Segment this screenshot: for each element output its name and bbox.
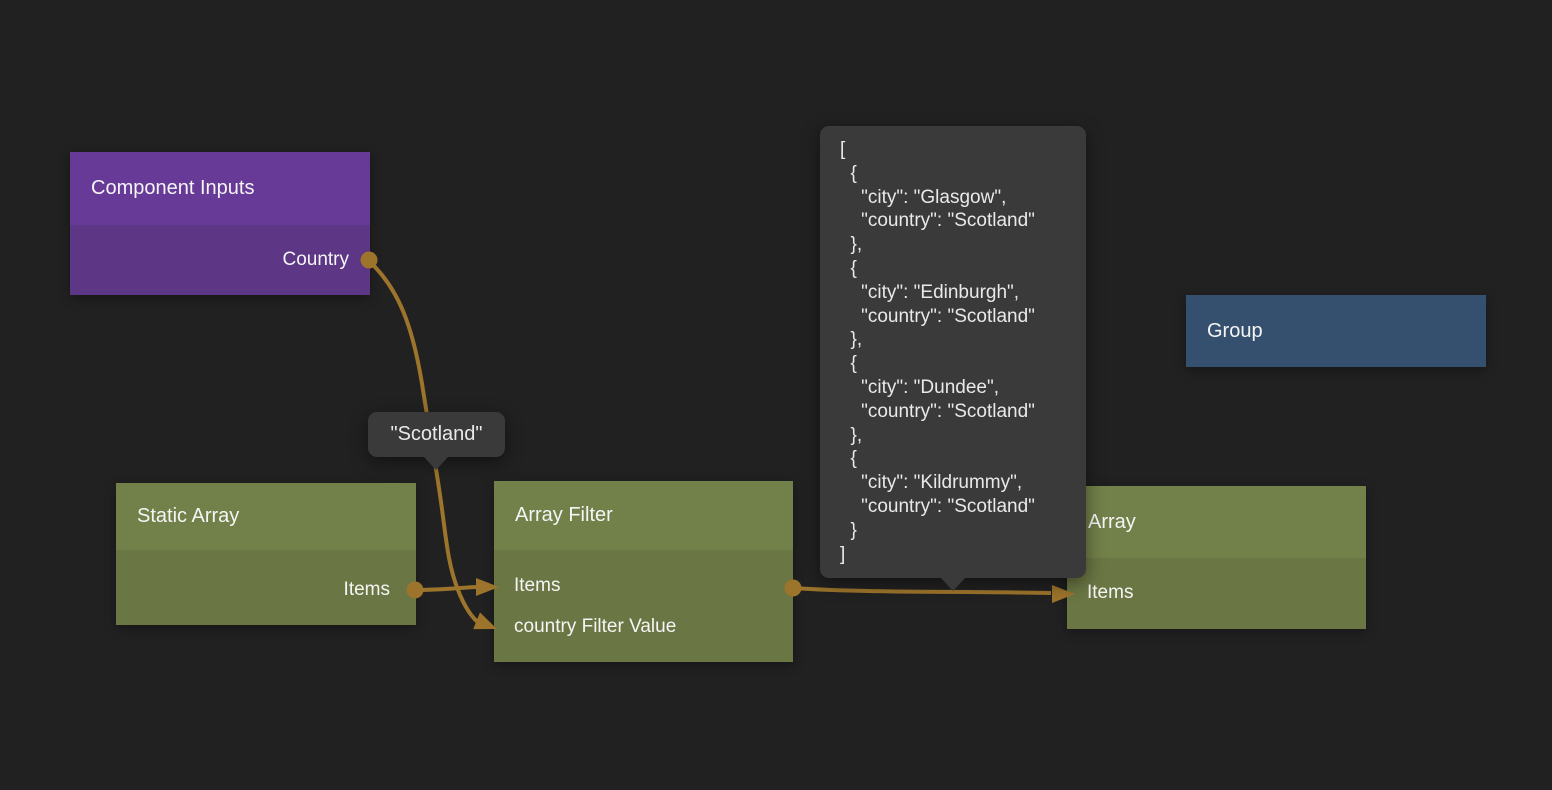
node-array-filter-header[interactable]: Array Filter: [494, 481, 793, 550]
result-preview-tooltip: [ { "city": "Glasgow", "country": "Scotl…: [820, 126, 1086, 578]
wire-filter-to-array[interactable]: [793, 588, 1051, 593]
port-label: Country: [282, 249, 349, 270]
node-array-filter[interactable]: Array Filter Items country Filter Value: [494, 481, 793, 662]
node-graph-canvas[interactable]: Component Inputs Country Static Array It…: [0, 0, 1552, 790]
connection-value-text: "Scotland": [390, 423, 482, 446]
port-items-input[interactable]: Items: [514, 572, 560, 600]
port-items-input[interactable]: Items: [1087, 579, 1133, 607]
node-title: Group: [1207, 320, 1263, 343]
port-label: Items: [344, 579, 390, 600]
node-array[interactable]: Array Items: [1067, 486, 1366, 629]
wire-items-to-filter[interactable]: [415, 587, 476, 590]
connections-layer: [0, 0, 1552, 790]
node-static-array[interactable]: Static Array Items: [116, 483, 416, 625]
tooltip-pointer: [423, 456, 449, 470]
port-label: country Filter Value: [514, 616, 676, 637]
port-country-filter-value-input[interactable]: country Filter Value: [514, 613, 676, 641]
tooltip-pointer: [940, 577, 966, 591]
node-array-header[interactable]: Array: [1067, 486, 1366, 558]
node-static-array-header[interactable]: Static Array: [116, 483, 416, 550]
node-title: Array Filter: [515, 504, 613, 527]
node-group-header[interactable]: Group: [1186, 295, 1486, 367]
result-preview-json: [ { "city": "Glasgow", "country": "Scotl…: [840, 138, 1086, 566]
port-country-output[interactable]: Country: [282, 246, 349, 274]
node-group[interactable]: Group: [1186, 295, 1486, 367]
node-title: Static Array: [137, 505, 239, 528]
port-label: Items: [1087, 582, 1133, 603]
connection-value-tooltip: "Scotland": [368, 412, 505, 457]
port-label: Items: [514, 575, 560, 596]
port-items-output[interactable]: Items: [344, 576, 390, 604]
node-component-inputs-header[interactable]: Component Inputs: [70, 152, 370, 225]
node-title: Component Inputs: [91, 177, 254, 200]
node-title: Array: [1088, 511, 1136, 534]
node-component-inputs[interactable]: Component Inputs Country: [70, 152, 370, 295]
